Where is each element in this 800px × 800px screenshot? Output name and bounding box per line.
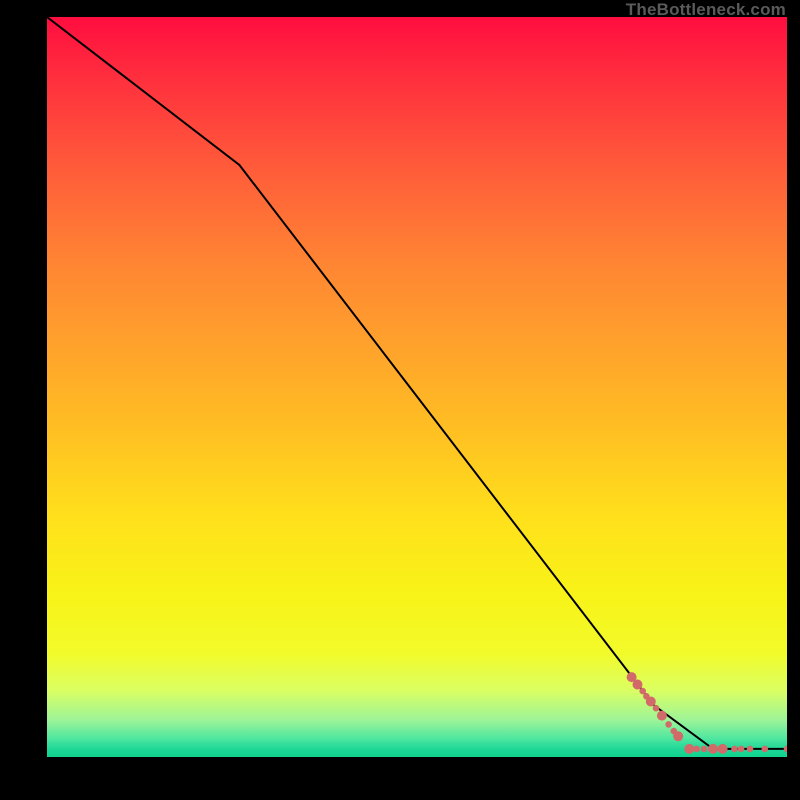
plot-area (47, 17, 787, 757)
chart-container: TheBottleneck.com (0, 0, 800, 800)
attribution-label: TheBottleneck.com (626, 0, 786, 20)
